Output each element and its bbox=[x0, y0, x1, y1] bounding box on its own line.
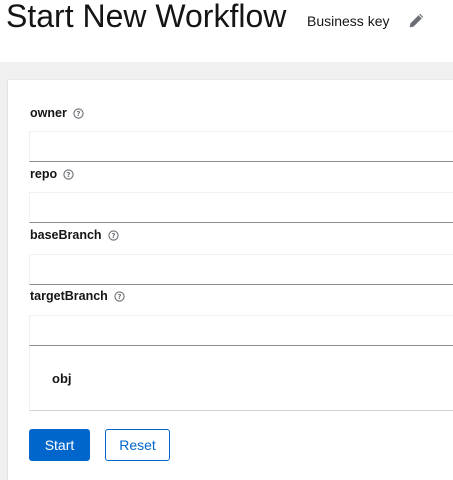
svg-text:?: ? bbox=[117, 292, 121, 300]
page-header: Start New Workflow Business key bbox=[0, 0, 453, 62]
svg-text:?: ? bbox=[76, 109, 80, 117]
field-label-repo: repo ? bbox=[30, 167, 74, 181]
pencil-icon[interactable] bbox=[408, 12, 425, 29]
reset-button[interactable]: Reset bbox=[105, 429, 170, 461]
target-branch-input[interactable] bbox=[29, 315, 453, 346]
base-branch-input[interactable] bbox=[29, 254, 453, 285]
owner-input[interactable] bbox=[29, 131, 453, 162]
field-label-base-branch: baseBranch ? bbox=[30, 228, 119, 242]
field-label-owner: owner ? bbox=[30, 106, 84, 120]
help-icon[interactable]: ? bbox=[107, 229, 119, 241]
repo-input[interactable] bbox=[29, 192, 453, 223]
obj-section-label: obj bbox=[52, 371, 72, 386]
svg-text:?: ? bbox=[67, 170, 71, 178]
help-icon[interactable]: ? bbox=[73, 107, 84, 119]
business-key-label: Business key bbox=[307, 13, 390, 29]
obj-section: obj bbox=[29, 346, 453, 411]
page-title: Start New Workflow bbox=[6, 0, 287, 34]
help-icon[interactable]: ? bbox=[114, 290, 125, 302]
help-icon[interactable]: ? bbox=[63, 168, 74, 180]
svg-text:?: ? bbox=[111, 231, 115, 239]
start-button[interactable]: Start bbox=[29, 429, 90, 461]
field-label-target-branch: targetBranch ? bbox=[30, 289, 125, 303]
